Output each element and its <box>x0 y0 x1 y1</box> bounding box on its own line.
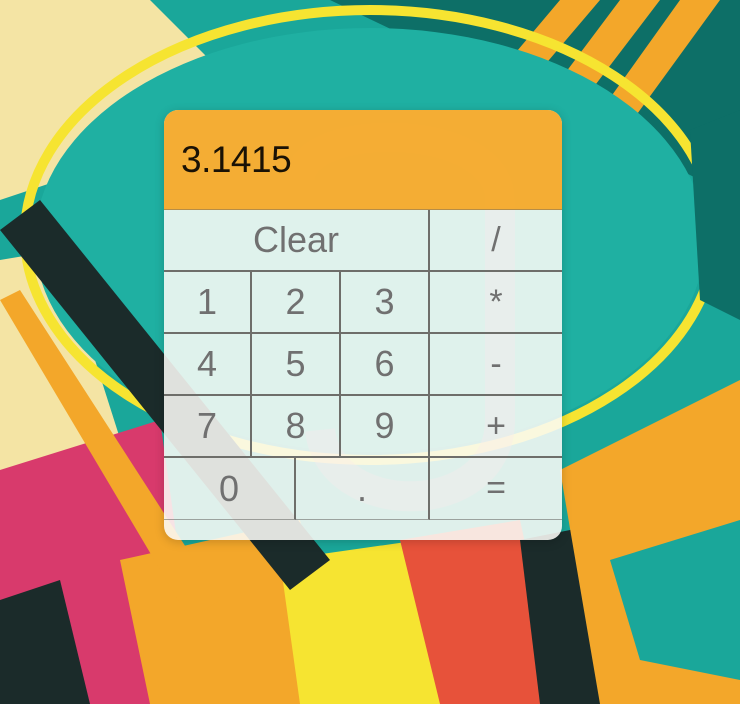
digit-0-button[interactable]: 0 <box>164 458 296 520</box>
digit-8-button[interactable]: 8 <box>252 396 341 458</box>
digit-6-button[interactable]: 6 <box>341 334 430 396</box>
calculator-window: 3.1415 Clear / 1 2 3 * 4 5 6 - 7 8 9 + 0… <box>164 110 562 540</box>
digit-3-button[interactable]: 3 <box>341 272 430 334</box>
digit-2-button[interactable]: 2 <box>252 272 341 334</box>
display-value: 3.1415 <box>181 138 292 180</box>
decimal-point-button[interactable]: . <box>296 458 430 520</box>
digit-4-button[interactable]: 4 <box>164 334 252 396</box>
subtract-button[interactable]: - <box>430 334 562 396</box>
zero-dot-row: 0 . <box>164 458 430 520</box>
digit-7-button[interactable]: 7 <box>164 396 252 458</box>
clear-button[interactable]: Clear <box>164 210 430 272</box>
calculator-display: 3.1415 <box>164 110 562 210</box>
multiply-button[interactable]: * <box>430 272 562 334</box>
calculator-bottom-margin <box>164 520 562 540</box>
divide-button[interactable]: / <box>430 210 562 272</box>
digit-1-button[interactable]: 1 <box>164 272 252 334</box>
calculator-keypad: Clear / 1 2 3 * 4 5 6 - 7 8 9 + 0 . = <box>164 210 562 520</box>
equals-button[interactable]: = <box>430 458 562 520</box>
digit-5-button[interactable]: 5 <box>252 334 341 396</box>
digit-9-button[interactable]: 9 <box>341 396 430 458</box>
add-button[interactable]: + <box>430 396 562 458</box>
